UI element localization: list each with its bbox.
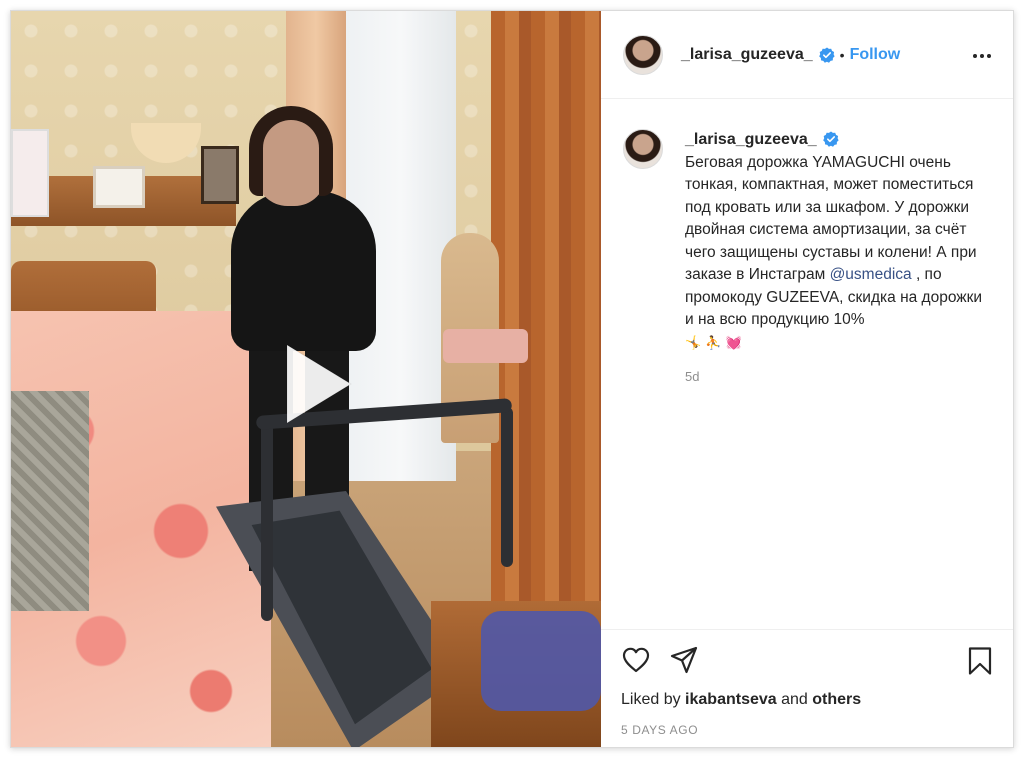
post-timestamp[interactable]: 5 DAYS AGO [601, 717, 1013, 747]
post-video[interactable] [11, 11, 601, 747]
header-username[interactable]: _larisa_guzeeva_ [681, 46, 813, 64]
treadmill-post [501, 407, 513, 567]
caption-text: Беговая дорожка YAMAGUCHI очень тонкая, … [685, 153, 977, 284]
caption-row: _larisa_guzeeva_ Беговая дорожка YAMAGUC… [623, 129, 991, 355]
likes-middle: and [776, 691, 813, 708]
bookmark-icon[interactable] [965, 646, 995, 676]
scene-photo-frame [93, 166, 145, 208]
header-separator: • [839, 46, 845, 63]
verified-badge-icon [818, 47, 835, 63]
heart-icon[interactable] [621, 645, 651, 675]
likes-prefix: Liked by [621, 691, 686, 708]
verified-badge-icon [822, 131, 839, 147]
play-icon[interactable] [273, 341, 359, 427]
scene-person-hair [249, 106, 333, 196]
scene-treadmill [216, 491, 466, 747]
paper-plane-icon[interactable] [669, 645, 699, 675]
post-side-panel: _larisa_guzeeva_ • Follow _larisa_guzeev… [601, 11, 1013, 747]
post-header: _larisa_guzeeva_ • Follow [601, 11, 1013, 99]
caption-emojis: 🤸 ⛹ 💓 [685, 335, 742, 351]
caption-mention-link[interactable]: @usmedica [830, 266, 912, 283]
follow-button[interactable]: Follow [850, 46, 901, 64]
instagram-post-card: _larisa_guzeeva_ • Follow _larisa_guzeev… [10, 10, 1014, 748]
caption-username[interactable]: _larisa_guzeeva_ [685, 129, 817, 152]
avatar[interactable] [623, 129, 663, 169]
scene-photo-frame [201, 146, 239, 204]
comments-area: _larisa_guzeeva_ Беговая дорожка YAMAGUC… [601, 99, 1013, 629]
scene-tray [481, 611, 601, 711]
caption-body: _larisa_guzeeva_ Беговая дорожка YAMAGUC… [685, 129, 991, 355]
more-horizontal-icon[interactable] [971, 45, 993, 67]
treadmill-post [261, 421, 273, 621]
likes-others-link[interactable]: others [812, 691, 861, 708]
liker-username[interactable]: ikabantseva [685, 691, 777, 708]
caption-age[interactable]: 5d [685, 369, 991, 384]
likes-summary: Liked by ikabantseva and others [601, 689, 1013, 717]
action-bar [601, 629, 1013, 689]
scene-greeting-card [11, 129, 49, 217]
avatar[interactable] [623, 34, 663, 75]
scene-person-body [231, 191, 376, 351]
scene-blanket [11, 391, 89, 611]
scene-chair-seat [443, 329, 528, 363]
